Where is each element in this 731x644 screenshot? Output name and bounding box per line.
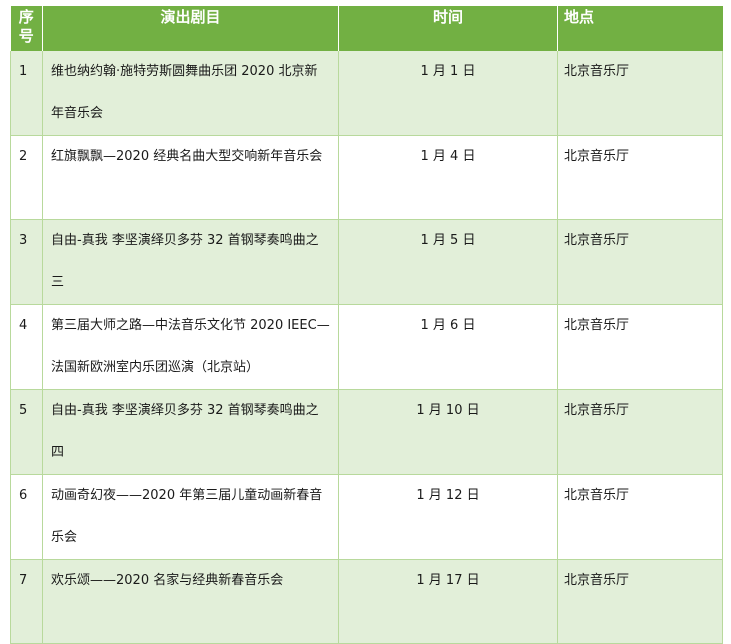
venue: 北京音乐厅 [557, 51, 723, 136]
performance-date: 1 月 1 日 [338, 51, 558, 136]
table-row: 2 红旗飘飘—2020 经典名曲大型交响新年音乐会 1 月 4 日 北京音乐厅 [10, 135, 723, 220]
performance-date: 1 月 12 日 [338, 474, 558, 560]
row-number: 5 [10, 389, 43, 475]
program-name: 动画奇幻夜——2020 年第三届儿童动画新春音乐会 [42, 474, 339, 560]
table-row: 6 动画奇幻夜——2020 年第三届儿童动画新春音乐会 1 月 12 日 北京音… [10, 474, 723, 560]
venue: 北京音乐厅 [557, 474, 723, 560]
header-program: 演出剧目 [42, 6, 339, 51]
venue: 北京音乐厅 [557, 304, 723, 390]
program-name: 自由-真我 李坚演绎贝多芬 32 首钢琴奏鸣曲之四 [42, 389, 339, 475]
row-number: 1 [10, 51, 43, 136]
venue: 北京音乐厅 [557, 389, 723, 475]
venue: 北京音乐厅 [557, 135, 723, 220]
table-row: 4 第三届大师之路—中法音乐文化节 2020 IEEC—法国新欧洲室内乐团巡演（… [10, 304, 723, 390]
table-row: 5 自由-真我 李坚演绎贝多芬 32 首钢琴奏鸣曲之四 1 月 10 日 北京音… [10, 389, 723, 475]
header-no: 序 号 [10, 6, 43, 51]
program-name: 第三届大师之路—中法音乐文化节 2020 IEEC—法国新欧洲室内乐团巡演（北京… [42, 304, 339, 390]
performance-date: 1 月 6 日 [338, 304, 558, 390]
program-name: 红旗飘飘—2020 经典名曲大型交响新年音乐会 [42, 135, 339, 220]
table-row: 3 自由-真我 李坚演绎贝多芬 32 首钢琴奏鸣曲之三 1 月 5 日 北京音乐… [10, 219, 723, 305]
performance-date: 1 月 4 日 [338, 135, 558, 220]
header-place: 地点 [557, 6, 723, 51]
row-number: 4 [10, 304, 43, 390]
table-row: 1 维也纳约翰·施特劳斯圆舞曲乐团 2020 北京新年音乐会 1 月 1 日 北… [10, 51, 723, 136]
program-name: 维也纳约翰·施特劳斯圆舞曲乐团 2020 北京新年音乐会 [42, 51, 339, 136]
row-number: 6 [10, 474, 43, 560]
header-time: 时间 [338, 6, 558, 51]
row-number: 2 [10, 135, 43, 220]
venue: 北京音乐厅 [557, 219, 723, 305]
schedule-table: 序 号 演出剧目 时间 地点 1 维也纳约翰·施特劳斯圆舞曲乐团 2020 北京… [10, 6, 723, 644]
program-name: 自由-真我 李坚演绎贝多芬 32 首钢琴奏鸣曲之三 [42, 219, 339, 305]
header-no-line2: 号 [18, 27, 34, 45]
row-number: 3 [10, 219, 43, 305]
header-no-line1: 序 [18, 8, 34, 26]
concert-schedule: 序 号 演出剧目 时间 地点 1 维也纳约翰·施特劳斯圆舞曲乐团 2020 北京… [10, 6, 723, 644]
header-row: 序 号 演出剧目 时间 地点 [10, 6, 723, 51]
performance-date: 1 月 5 日 [338, 219, 558, 305]
performance-date: 1 月 10 日 [338, 389, 558, 475]
